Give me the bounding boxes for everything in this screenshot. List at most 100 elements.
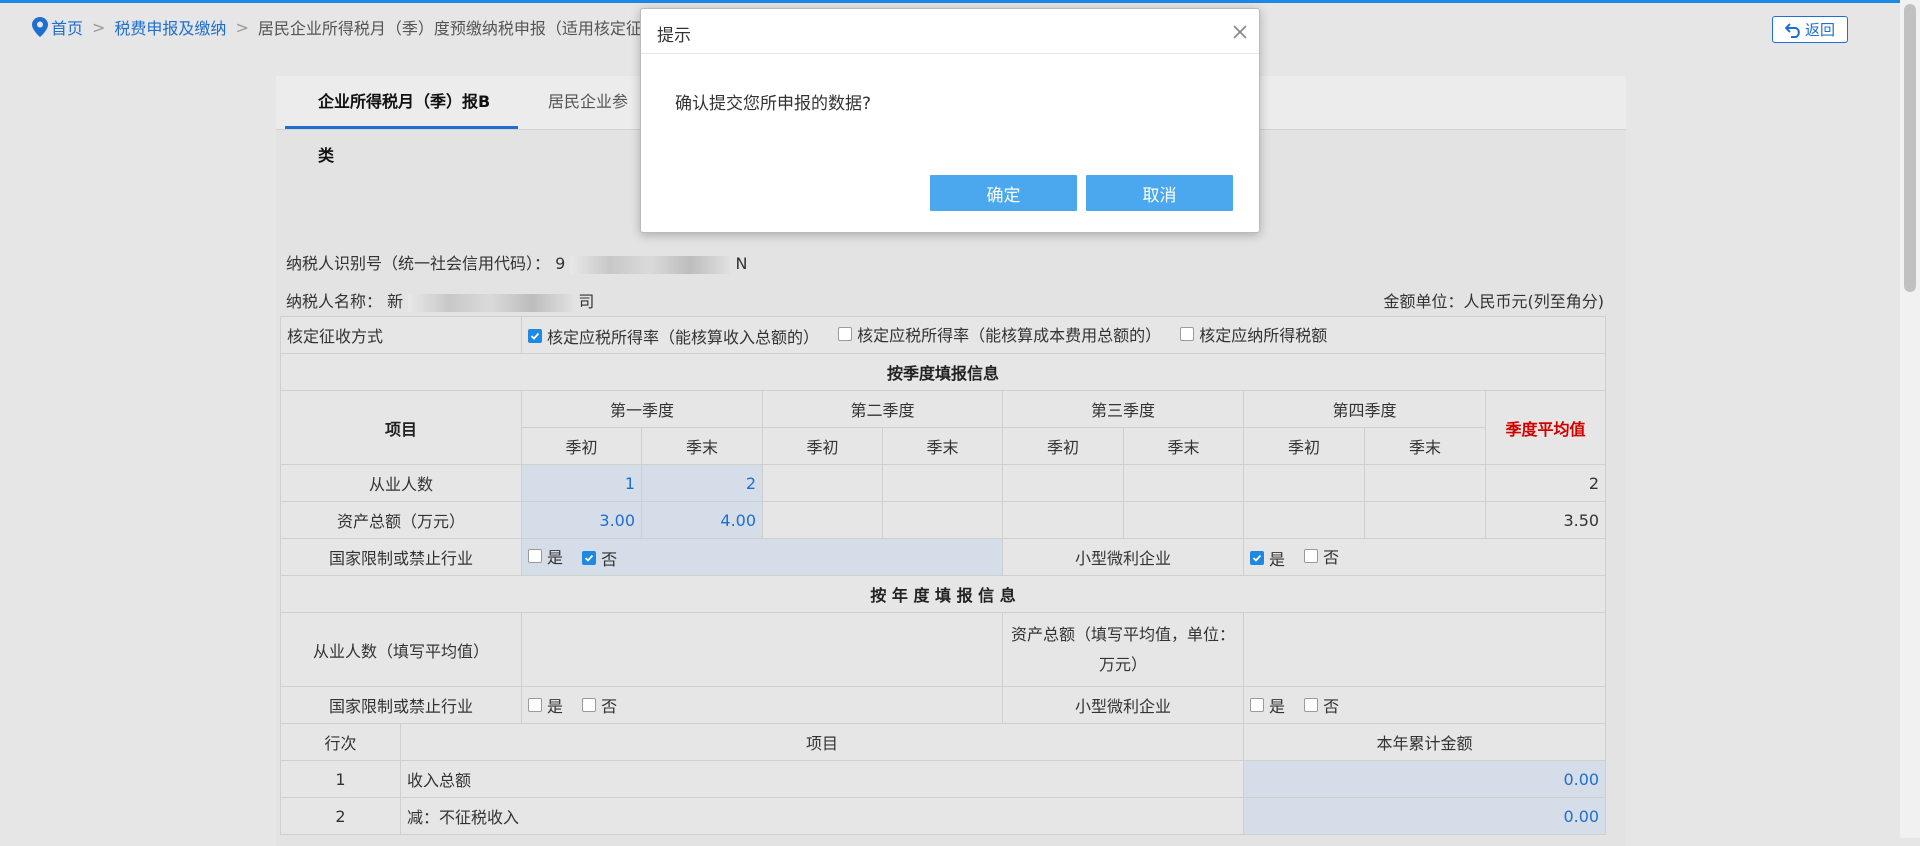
employees-q1-start-input[interactable]: 1 — [521, 464, 643, 502]
annual-assets-label-line1: 资产总额（填写平均值，单位： — [1011, 624, 1236, 644]
breadcrumb-separator: > — [92, 17, 106, 37]
assets-q2-start-input[interactable] — [762, 501, 884, 539]
row-label: 收入总额 — [399, 760, 1245, 798]
employees-q3-start-input[interactable] — [1002, 464, 1125, 502]
method-option-tax[interactable]: 核定应纳所得税额 — [1180, 322, 1327, 346]
checkbox-unchecked-icon[interactable] — [1304, 549, 1319, 563]
annual-small-yes-option[interactable]: 是 — [1250, 693, 1285, 717]
breadcrumb-separator: > — [235, 17, 249, 37]
annual-small-no-label: 否 — [1323, 697, 1340, 716]
assets-q4-start-input[interactable] — [1243, 501, 1366, 539]
breadcrumb-home-link[interactable]: 首页 — [51, 15, 83, 39]
restricted-no-option[interactable]: 否 — [582, 546, 617, 570]
q2-start-header: 季初 — [762, 427, 884, 465]
method-option-tax-label: 核定应纳所得税额 — [1199, 326, 1328, 345]
taxpayer-name-row: 纳税人名称： 新 司 — [286, 288, 594, 312]
method-option-cost-label: 核定应税所得率（能核算成本费用总额的） — [857, 326, 1162, 345]
quarter-1-header: 第一季度 — [521, 390, 764, 428]
return-arrow-icon — [1784, 22, 1800, 38]
breadcrumb-section-link[interactable]: 税费申报及缴纳 — [114, 15, 226, 39]
assets-q1-end-input[interactable]: 4.00 — [641, 501, 764, 539]
annual-restricted-label: 国家限制或禁止行业 — [279, 686, 523, 724]
confirm-button[interactable]: 确定 — [930, 175, 1077, 211]
back-button-label: 返回 — [1804, 21, 1835, 39]
checkbox-checked-icon[interactable] — [1250, 551, 1265, 565]
checkbox-unchecked-icon[interactable] — [528, 698, 543, 712]
dialog-title: 提示 — [657, 26, 691, 46]
employees-label: 从业人数 — [279, 464, 523, 502]
small-no-option[interactable]: 否 — [1304, 544, 1339, 568]
assets-q1-start-input[interactable]: 3.00 — [521, 501, 643, 539]
item-header: 项目 — [279, 390, 523, 465]
small-enterprise-label: 小型微利企业 — [1002, 538, 1245, 576]
back-button[interactable]: 返回 — [1772, 16, 1848, 43]
row-amount-input[interactable]: 0.00 — [1243, 760, 1607, 798]
employees-q1-end-input[interactable]: 2 — [641, 464, 764, 502]
annual-assets-label-line2: 万元） — [1099, 654, 1148, 674]
employees-q4-start-input[interactable] — [1243, 464, 1366, 502]
tab-b-report[interactable]: 企业所得税月（季）报B类 — [285, 75, 518, 165]
checkbox-unchecked-icon[interactable] — [1304, 698, 1319, 712]
assets-q4-end-input[interactable] — [1364, 501, 1487, 539]
assets-label: 资产总额（万元） — [279, 501, 523, 539]
tab-resident-enterprise[interactable]: 居民企业参 — [518, 75, 652, 129]
restricted-yes-option[interactable]: 是 — [528, 544, 563, 568]
checkbox-unchecked-icon[interactable] — [528, 549, 543, 563]
location-pin-icon — [32, 17, 48, 37]
small-yes-label: 是 — [1269, 550, 1286, 569]
checkbox-unchecked-icon[interactable] — [582, 698, 597, 712]
q1-end-header: 季末 — [641, 427, 764, 465]
masked-taxpayer-id — [570, 255, 731, 274]
restricted-yes-label: 是 — [547, 548, 564, 567]
checkbox-unchecked-icon[interactable] — [1180, 327, 1195, 341]
taxpayer-id-suffix: N — [735, 254, 748, 273]
masked-taxpayer-name — [408, 293, 574, 312]
q1-start-header: 季初 — [521, 427, 643, 465]
employees-q2-end-input[interactable] — [882, 464, 1004, 502]
q3-start-header: 季初 — [1002, 427, 1125, 465]
checkbox-unchecked-icon[interactable] — [1250, 698, 1265, 712]
annual-small-no-option[interactable]: 否 — [1304, 693, 1339, 717]
page-scrollbar[interactable] — [1900, 0, 1920, 838]
taxpayer-name-prefix: 新 — [387, 292, 404, 311]
cancel-button[interactable]: 取消 — [1086, 175, 1233, 211]
annual-small-label: 小型微利企业 — [1002, 686, 1245, 724]
amount-header: 本年累计金额 — [1243, 723, 1607, 761]
method-option-income-label: 核定应税所得率（能核算收入总额的） — [547, 328, 820, 347]
assets-q2-end-input[interactable] — [882, 501, 1004, 539]
close-icon[interactable] — [1229, 21, 1251, 43]
q4-start-header: 季初 — [1243, 427, 1366, 465]
quarterly-section-title: 按季度填报信息 — [279, 353, 1607, 391]
taxpayer-name-label: 纳税人名称： — [286, 292, 383, 311]
taxpayer-id-prefix: 9 — [555, 254, 566, 273]
small-no-label: 否 — [1323, 548, 1340, 567]
checkbox-checked-icon[interactable] — [528, 329, 543, 343]
table-row: 1 收入总额 0.00 — [280, 760, 1607, 798]
q3-end-header: 季末 — [1123, 427, 1245, 465]
annual-restricted-options: 是 否 — [521, 686, 1004, 724]
annual-restricted-yes-option[interactable]: 是 — [528, 693, 563, 717]
quarter-2-header: 第二季度 — [762, 390, 1004, 428]
row-amount-input[interactable]: 0.00 — [1243, 797, 1607, 835]
method-option-cost[interactable]: 核定应税所得率（能核算成本费用总额的） — [838, 322, 1161, 346]
annual-section-title: 按 年 度 填 报 信 息 — [279, 575, 1607, 613]
employees-q3-end-input[interactable] — [1123, 464, 1245, 502]
dialog-header: 提示 — [641, 9, 1259, 54]
employees-q2-start-input[interactable] — [762, 464, 884, 502]
project-header: 项目 — [399, 723, 1245, 761]
annual-small-options: 是 否 — [1243, 686, 1607, 724]
annual-employees-input[interactable] — [521, 612, 1004, 687]
scrollbar-thumb[interactable] — [1904, 4, 1916, 292]
assets-q3-end-input[interactable] — [1123, 501, 1245, 539]
employees-q4-end-input[interactable] — [1364, 464, 1487, 502]
method-option-income[interactable]: 核定应税所得率（能核算收入总额的） — [528, 324, 819, 348]
checkbox-checked-icon[interactable] — [582, 551, 597, 565]
small-yes-option[interactable]: 是 — [1250, 546, 1285, 570]
q4-end-header: 季末 — [1364, 427, 1487, 465]
checkbox-unchecked-icon[interactable] — [838, 327, 853, 341]
annual-assets-input[interactable] — [1243, 612, 1607, 687]
assets-average: 3.50 — [1485, 501, 1607, 539]
annual-restricted-no-option[interactable]: 否 — [582, 693, 617, 717]
assets-q3-start-input[interactable] — [1002, 501, 1125, 539]
amount-unit: 金额单位：人民币元(列至角分) — [1383, 292, 1605, 311]
